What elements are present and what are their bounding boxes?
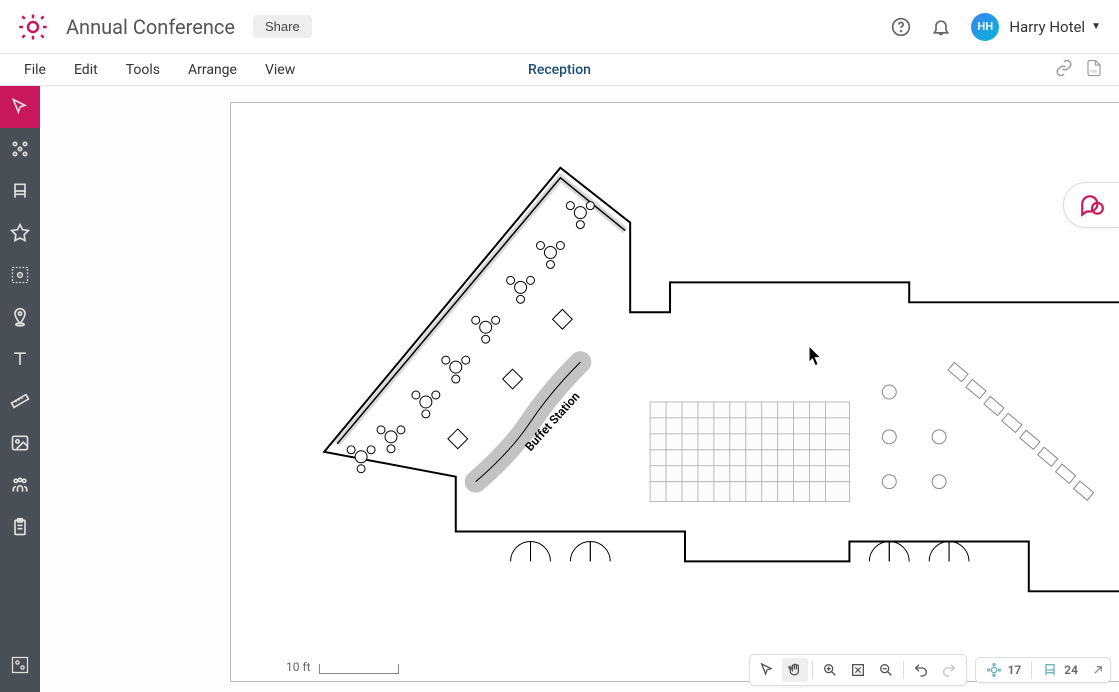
help-icon[interactable] [891,17,911,37]
floorplan-frame: Buffet Station [230,102,1119,682]
menu-edit[interactable]: Edit [60,62,112,78]
canvas-area[interactable]: Buffet Station [40,86,1119,692]
undo-button[interactable] [908,658,934,682]
chat-tab-button[interactable] [1063,182,1119,228]
scale-indicator: 10 ft [286,660,399,674]
tool-image[interactable] [0,422,40,464]
tool-people[interactable] [0,464,40,506]
bottom-controls: 17 24 [749,654,1111,686]
scale-text: 10 ft [286,660,311,674]
pan-mode-button[interactable] [782,658,808,682]
redo-button[interactable] [936,658,962,682]
pointer-mode-button[interactable] [754,658,780,682]
user-avatar[interactable]: HH [971,13,999,41]
menu-view[interactable]: View [251,62,309,78]
pdf-export-icon[interactable]: PDF [1085,59,1103,81]
menu-tools[interactable]: Tools [112,62,174,78]
tool-chair[interactable] [0,170,40,212]
expand-panel-icon[interactable] [1090,662,1106,678]
document-title: Annual Conference [66,15,235,39]
notifications-icon[interactable] [931,17,951,37]
zoom-out-button[interactable] [873,658,899,682]
tool-text[interactable] [0,338,40,380]
counts-group: 17 24 [975,657,1111,683]
svg-text:PDF: PDF [1090,69,1097,73]
menu-file[interactable]: File [10,62,60,78]
tool-selection-box[interactable] [0,254,40,296]
app-logo-icon [18,12,48,42]
share-button[interactable]: Share [253,15,312,38]
link-icon[interactable] [1055,59,1073,81]
tool-star[interactable] [0,212,40,254]
tool-nodes[interactable] [0,128,40,170]
navigation-control-group [749,654,967,686]
table-count-icon [986,662,1002,678]
floorplan-svg: Buffet Station [231,103,1119,681]
zoom-in-button[interactable] [817,658,843,682]
tool-settings[interactable] [0,644,40,686]
chair-count-icon [1042,662,1058,678]
zoom-fit-button[interactable] [845,658,871,682]
chair-count: 24 [1036,662,1084,678]
tool-measure[interactable] [0,380,40,422]
room-outline [324,168,1119,592]
dance-floor-grid [650,402,849,502]
table-count-value: 17 [1008,663,1022,677]
username-label[interactable]: Harry Hotel [1009,18,1085,36]
user-menu-caret-icon[interactable]: ▼ [1091,21,1101,32]
topbar: Annual Conference Share HH Harry Hotel ▼ [0,0,1119,54]
table-count: 17 [980,662,1028,678]
tool-clipboard[interactable] [0,506,40,548]
chair-count-value: 24 [1064,663,1078,677]
tool-select[interactable] [0,86,40,128]
menu-arrange[interactable]: Arrange [174,62,251,78]
scale-bar-icon [319,664,399,674]
tool-location[interactable] [0,296,40,338]
menubar: File Edit Tools Arrange View Reception P… [0,54,1119,86]
page-center-label: Reception [528,62,591,78]
tool-sidebar [0,86,40,692]
